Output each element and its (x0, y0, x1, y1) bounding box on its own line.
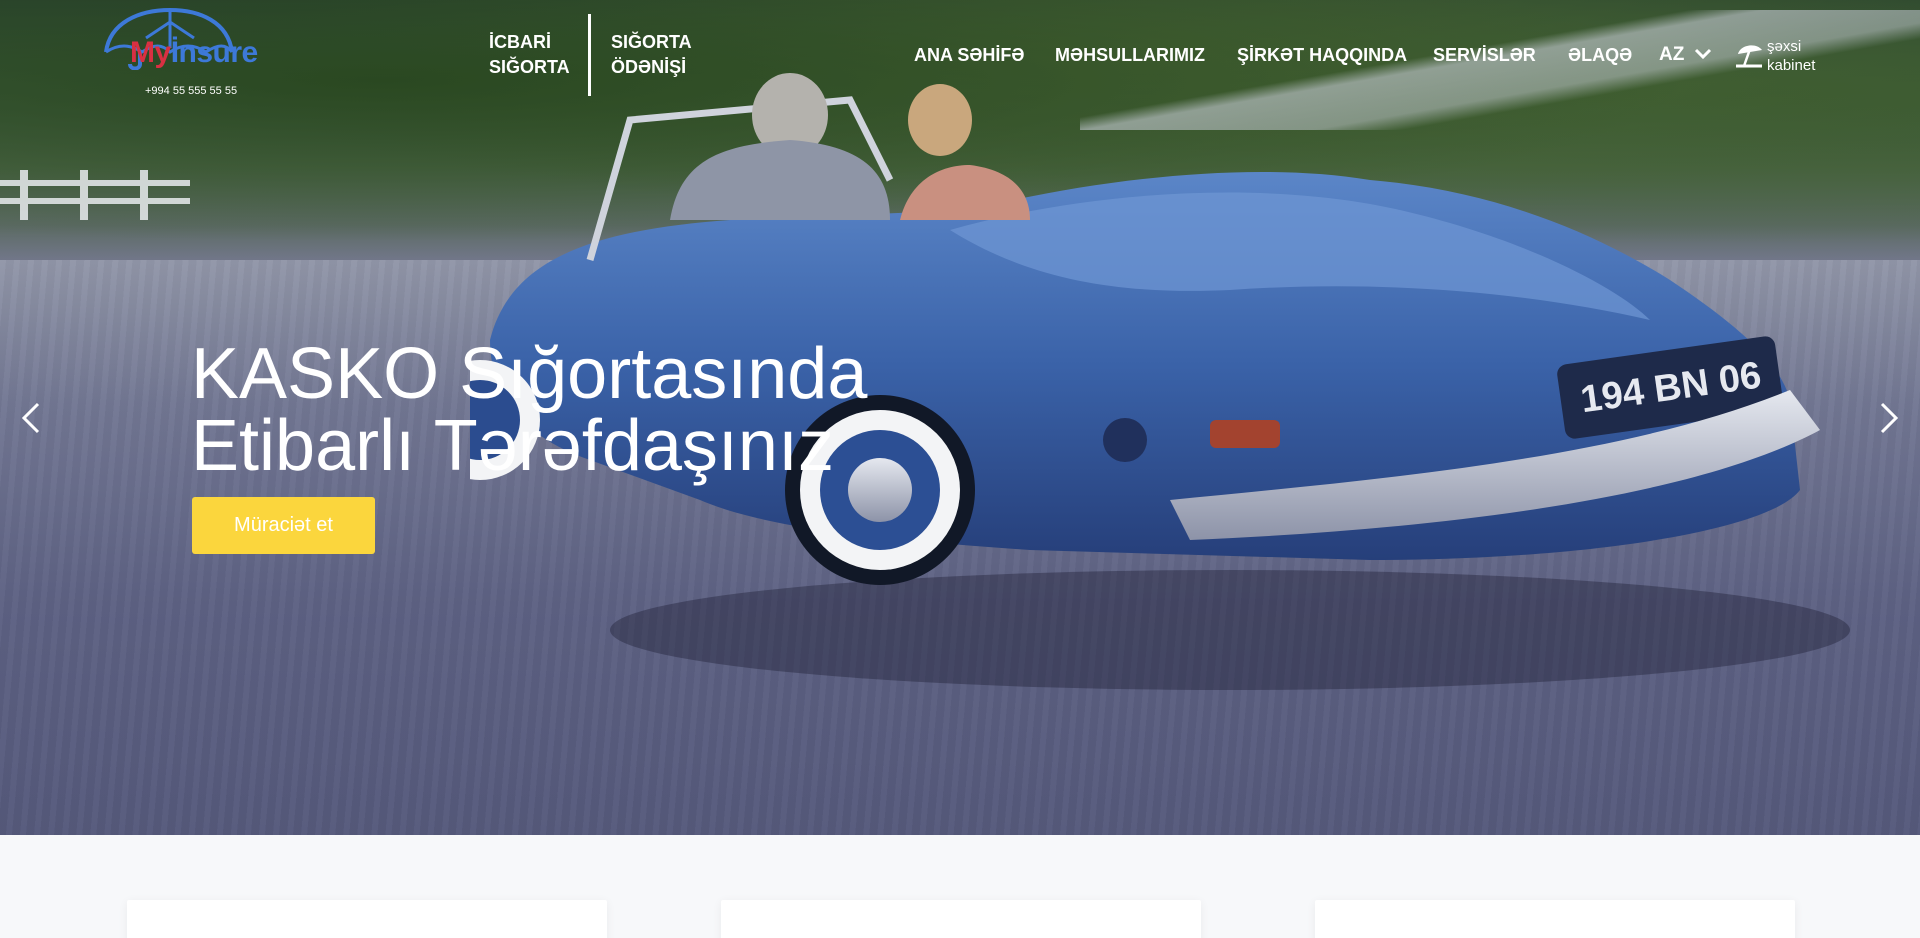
product-card[interactable] (127, 900, 607, 938)
nav-payment-line2: ÖDƏNİŞİ (611, 57, 687, 77)
hero-title-line2: Etibarlı Tərəfdaşınız (191, 406, 834, 486)
logo-text-insure: İnsure (170, 36, 259, 69)
product-card[interactable] (1315, 900, 1795, 938)
nav-compulsory-line2: SIĞORTA (489, 57, 570, 77)
hero-fence-image (0, 170, 190, 220)
nav-contact[interactable]: ƏLAQƏ (1568, 45, 1632, 66)
nav-home[interactable]: ANA SƏHİFƏ (914, 45, 1024, 66)
hero-title: KASKO Sığortasında Etibarlı Tərəfdaşınız (191, 338, 867, 482)
nav-payment-line1: SIĞORTA (611, 32, 692, 52)
nav-products[interactable]: MƏHSULLARIMIZ (1055, 45, 1205, 66)
personal-cabinet-link[interactable]: şəxsi kabinet (1767, 37, 1815, 75)
apply-button[interactable]: Müraciət et (192, 497, 375, 554)
umbrella-user-icon[interactable] (1734, 40, 1764, 70)
header-phone[interactable]: +994 55 555 55 55 (145, 85, 237, 97)
hero-title-line1: KASKO Sığortasında (191, 334, 868, 414)
nav-compulsory-line1: İCBARİ (489, 32, 551, 52)
product-card[interactable] (721, 900, 1201, 938)
chevron-right-icon[interactable] (1876, 400, 1904, 436)
language-selector[interactable]: AZ (1659, 44, 1684, 66)
nav-divider (588, 14, 591, 96)
logo-wordmark[interactable]: Myİnsure (130, 36, 258, 70)
nav-compulsory-insurance[interactable]: İCBARİ SIĞORTA (489, 30, 570, 80)
cabinet-line2: kabinet (1767, 57, 1816, 74)
cabinet-line1: şəxsi (1767, 38, 1802, 55)
logo-text-my: My (130, 36, 171, 69)
nav-services[interactable]: SERVİSLƏR (1433, 45, 1536, 66)
nav-about-company[interactable]: ŞİRKƏT HAQQINDA (1237, 45, 1407, 66)
chevron-left-icon[interactable] (16, 400, 44, 436)
chevron-down-icon[interactable] (1694, 48, 1712, 60)
nav-insurance-payment[interactable]: SIĞORTA ÖDƏNİŞİ (611, 30, 692, 80)
